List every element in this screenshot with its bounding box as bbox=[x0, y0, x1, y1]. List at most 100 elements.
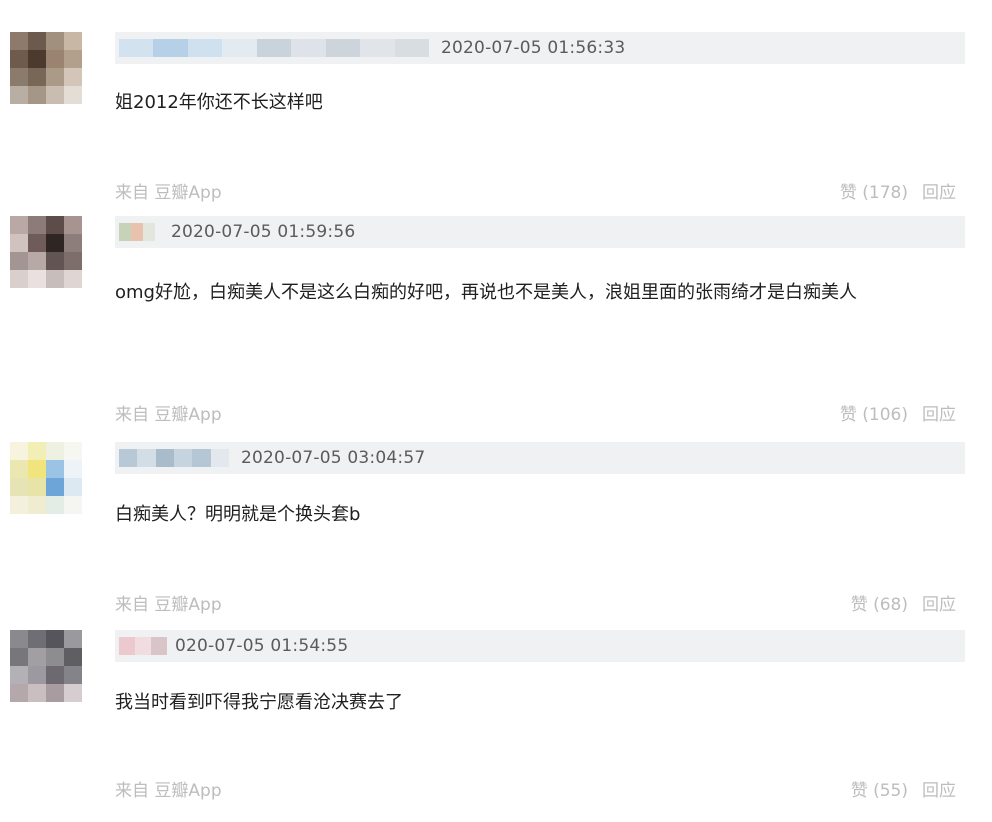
avatar[interactable] bbox=[10, 216, 82, 288]
avatar-pixel bbox=[10, 684, 28, 702]
username-blur bbox=[325, 39, 361, 57]
avatar-pixel bbox=[10, 234, 28, 252]
avatar-pixel bbox=[10, 68, 28, 86]
reply-button[interactable]: 回应 bbox=[922, 400, 956, 425]
avatar-pixel bbox=[28, 68, 46, 86]
username-blur bbox=[256, 39, 292, 57]
avatar-pixel bbox=[46, 270, 64, 288]
comment-header: 2020-07-05 01:59:56 bbox=[115, 216, 965, 248]
avatar-pixel bbox=[64, 216, 82, 234]
avatar-pixel bbox=[28, 234, 46, 252]
comment-header: 020-07-05 01:54:55 bbox=[115, 630, 965, 662]
avatar-pixel bbox=[10, 442, 28, 460]
username[interactable] bbox=[119, 223, 155, 241]
avatar-pixel bbox=[10, 86, 28, 104]
avatar-pixel bbox=[46, 460, 64, 478]
avatar-pixel bbox=[10, 496, 28, 514]
like-button[interactable]: 赞 (68) bbox=[851, 590, 908, 615]
username-blur bbox=[394, 39, 429, 57]
avatar-pixel bbox=[64, 442, 82, 460]
like-button[interactable]: 赞 (55) bbox=[851, 776, 908, 801]
username-blur bbox=[119, 39, 154, 57]
avatar-pixel bbox=[64, 270, 82, 288]
comment-time: 020-07-05 01:54:55 bbox=[175, 636, 349, 656]
like-button[interactable]: 赞 (106) bbox=[840, 400, 908, 425]
avatar-pixel bbox=[28, 666, 46, 684]
avatar-pixel bbox=[28, 496, 46, 514]
avatar-pixel bbox=[64, 68, 82, 86]
username[interactable] bbox=[119, 449, 229, 467]
username-blur bbox=[119, 637, 135, 655]
avatar-pixel bbox=[64, 252, 82, 270]
avatar-pixel bbox=[64, 684, 82, 702]
avatar-pixel bbox=[46, 234, 64, 252]
username-blur bbox=[222, 39, 257, 57]
reply-button[interactable]: 回应 bbox=[922, 590, 956, 615]
avatar-pixel bbox=[46, 86, 64, 104]
avatar-pixel bbox=[46, 50, 64, 68]
avatar-pixel bbox=[10, 252, 28, 270]
username-blur bbox=[153, 39, 188, 57]
like-button[interactable]: 赞 (178) bbox=[840, 178, 908, 203]
username[interactable] bbox=[119, 39, 429, 57]
username-blur bbox=[210, 449, 229, 467]
comment-footer: 来自 豆瓣App 赞 (106) 回应 bbox=[115, 400, 960, 426]
comment-text: omg好尬，白痴美人不是这么白痴的好吧，再说也不是美人，浪姐里面的张雨绮才是白痴… bbox=[115, 282, 857, 303]
avatar-pixel bbox=[46, 648, 64, 666]
username-blur bbox=[155, 449, 174, 467]
comment-text: 白痴美人？明明就是个换头套b bbox=[115, 504, 361, 525]
avatar-pixel bbox=[64, 86, 82, 104]
username-blur bbox=[135, 637, 151, 655]
comment-time: 2020-07-05 03:04:57 bbox=[241, 448, 426, 468]
comment-header: 2020-07-05 03:04:57 bbox=[115, 442, 965, 474]
username[interactable] bbox=[119, 637, 167, 655]
avatar-pixel bbox=[10, 50, 28, 68]
avatar-pixel bbox=[64, 666, 82, 684]
avatar-pixel bbox=[28, 216, 46, 234]
avatar-pixel bbox=[64, 496, 82, 514]
comment-source: 来自 豆瓣App bbox=[115, 405, 222, 425]
avatar-pixel bbox=[28, 442, 46, 460]
avatar-pixel bbox=[28, 648, 46, 666]
avatar-pixel bbox=[46, 666, 64, 684]
comment-time: 2020-07-05 01:59:56 bbox=[171, 222, 356, 242]
avatar-pixel bbox=[10, 270, 28, 288]
avatar-pixel bbox=[46, 630, 64, 648]
reply-button[interactable]: 回应 bbox=[922, 178, 956, 203]
username-blur bbox=[187, 39, 223, 57]
username-blur bbox=[173, 449, 193, 467]
avatar-pixel bbox=[10, 460, 28, 478]
avatar-pixel bbox=[28, 50, 46, 68]
avatar-pixel bbox=[64, 234, 82, 252]
avatar-pixel bbox=[64, 460, 82, 478]
comment-footer: 来自 豆瓣App 赞 (55) 回应 bbox=[115, 776, 960, 802]
comment-source: 来自 豆瓣App bbox=[115, 183, 222, 203]
comment-time: 2020-07-05 01:56:33 bbox=[441, 38, 626, 58]
avatar-pixel bbox=[64, 478, 82, 496]
username-blur bbox=[291, 39, 326, 57]
comment-footer: 来自 豆瓣App 赞 (68) 回应 bbox=[115, 590, 960, 616]
avatar-pixel bbox=[64, 50, 82, 68]
comment-source: 来自 豆瓣App bbox=[115, 595, 222, 615]
avatar-pixel bbox=[10, 32, 28, 50]
avatar[interactable] bbox=[10, 630, 82, 702]
avatar-pixel bbox=[46, 496, 64, 514]
avatar-pixel bbox=[64, 648, 82, 666]
avatar-pixel bbox=[10, 648, 28, 666]
comment-header: 2020-07-05 01:56:33 bbox=[115, 32, 965, 64]
avatar-pixel bbox=[46, 68, 64, 86]
username-blur bbox=[143, 223, 155, 241]
avatar-pixel bbox=[28, 32, 46, 50]
avatar[interactable] bbox=[10, 442, 82, 514]
avatar-pixel bbox=[10, 216, 28, 234]
reply-button[interactable]: 回应 bbox=[922, 776, 956, 801]
avatar-pixel bbox=[28, 86, 46, 104]
avatar-pixel bbox=[28, 252, 46, 270]
avatar[interactable] bbox=[10, 32, 82, 104]
username-blur bbox=[119, 223, 131, 241]
comment-footer: 来自 豆瓣App 赞 (178) 回应 bbox=[115, 178, 960, 204]
avatar-pixel bbox=[28, 630, 46, 648]
avatar-pixel bbox=[28, 460, 46, 478]
username-blur bbox=[192, 449, 211, 467]
username-blur bbox=[131, 223, 143, 241]
